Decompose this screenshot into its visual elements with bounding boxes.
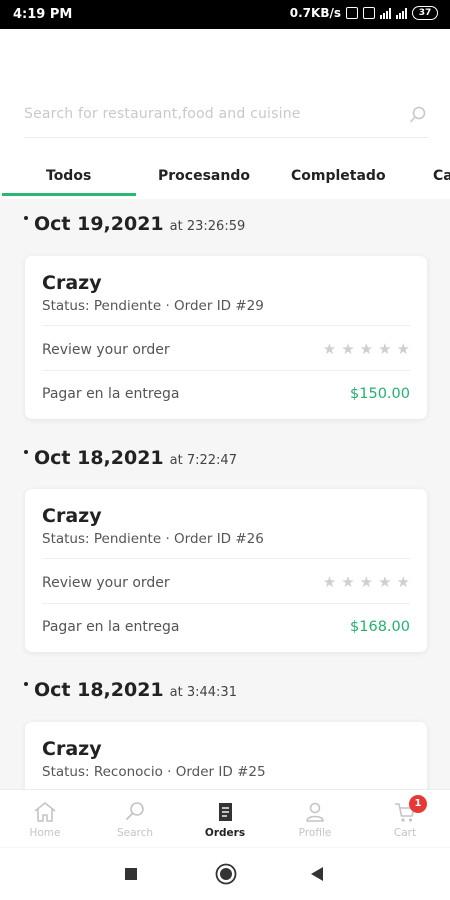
star-icon[interactable]: ★ bbox=[323, 573, 336, 591]
nav-home[interactable]: Home bbox=[0, 790, 90, 848]
restaurant-name: Crazy bbox=[42, 272, 102, 294]
order-status: Status: Pendiente · Order ID #26 bbox=[42, 531, 264, 547]
nav-search[interactable]: Search bbox=[90, 790, 180, 848]
divider bbox=[42, 370, 410, 371]
order-price: $150.00 bbox=[350, 386, 410, 402]
restaurant-name: Crazy bbox=[42, 738, 102, 760]
order-date-header: Oct 18,2021 at 7:22:47 bbox=[24, 447, 237, 469]
order-status: Status: Pendiente · Order ID #29 bbox=[42, 298, 264, 314]
receipt-icon bbox=[219, 803, 232, 821]
recents-icon[interactable] bbox=[124, 867, 138, 881]
system-navigation-bar bbox=[0, 848, 450, 900]
user-icon bbox=[306, 802, 324, 822]
order-date: Oct 18,2021 bbox=[34, 679, 164, 701]
tab-cancelado[interactable]: Ca bbox=[433, 168, 450, 184]
search-icon bbox=[126, 802, 144, 820]
star-icon[interactable]: ★ bbox=[397, 573, 410, 591]
tab-active-indicator bbox=[2, 193, 136, 196]
tab-procesando[interactable]: Procesando bbox=[158, 168, 250, 184]
rating-stars[interactable]: ★ ★ ★ ★ ★ bbox=[323, 573, 410, 591]
tab-todos[interactable]: Todos bbox=[46, 168, 91, 184]
star-icon[interactable]: ★ bbox=[378, 340, 391, 358]
order-time: at 7:22:47 bbox=[169, 453, 237, 468]
order-date: Oct 18,2021 bbox=[34, 447, 164, 469]
tab-completado[interactable]: Completado bbox=[291, 168, 386, 184]
restaurant-name: Crazy bbox=[42, 505, 102, 527]
mute-icon bbox=[346, 7, 358, 19]
order-status: Status: Reconocio · Order ID #25 bbox=[42, 764, 266, 780]
status-icons: 0.7KB/s 37 bbox=[290, 6, 438, 20]
review-label: Review your order bbox=[42, 342, 170, 358]
star-icon[interactable]: ★ bbox=[397, 340, 410, 358]
payment-method: Pagar en la entrega bbox=[42, 386, 180, 402]
order-card[interactable]: Crazy Status: Pendiente · Order ID #26 R… bbox=[25, 489, 427, 652]
vpn-icon bbox=[363, 7, 375, 19]
review-label: Review your order bbox=[42, 575, 170, 591]
search-input[interactable]: Search for restaurant,food and cuisine bbox=[24, 106, 301, 122]
rating-stars[interactable]: ★ ★ ★ ★ ★ bbox=[323, 340, 410, 358]
home-icon bbox=[34, 802, 56, 822]
cart-badge: 1 bbox=[409, 795, 427, 813]
search-bar[interactable]: Search for restaurant,food and cuisine bbox=[24, 100, 429, 138]
star-icon[interactable]: ★ bbox=[360, 340, 373, 358]
order-date: Oct 19,2021 bbox=[34, 213, 164, 235]
bullet bbox=[24, 682, 28, 686]
battery-icon: 37 bbox=[412, 6, 438, 20]
bullet bbox=[24, 450, 28, 454]
search-icon[interactable] bbox=[409, 106, 427, 124]
bullet bbox=[24, 216, 28, 220]
star-icon[interactable]: ★ bbox=[323, 340, 336, 358]
order-time: at 3:44:31 bbox=[169, 685, 237, 700]
divider bbox=[42, 558, 410, 559]
nav-profile-label: Profile bbox=[298, 827, 332, 839]
status-bar: 4:19 PM 0.7KB/s 37 bbox=[0, 0, 450, 29]
order-tabs: Todos Procesando Completado Ca bbox=[0, 160, 450, 196]
network-speed: 0.7KB/s bbox=[289, 6, 341, 20]
star-icon[interactable]: ★ bbox=[341, 573, 354, 591]
back-icon[interactable] bbox=[310, 866, 324, 882]
nav-search-label: Search bbox=[116, 827, 154, 839]
bottom-navigation: Home Search Orders Profile 1 Cart bbox=[0, 789, 450, 847]
signal-icon-2 bbox=[396, 7, 407, 19]
star-icon[interactable]: ★ bbox=[378, 573, 391, 591]
status-time: 4:19 PM bbox=[13, 7, 73, 22]
star-icon[interactable]: ★ bbox=[341, 340, 354, 358]
divider bbox=[42, 603, 410, 604]
nav-home-label: Home bbox=[29, 827, 61, 839]
nav-orders[interactable]: Orders bbox=[180, 790, 270, 848]
home-button-icon[interactable] bbox=[215, 863, 237, 885]
order-price: $168.00 bbox=[350, 619, 410, 635]
order-time: at 23:26:59 bbox=[169, 219, 246, 234]
payment-method: Pagar en la entrega bbox=[42, 619, 180, 635]
order-date-header: Oct 18,2021 at 3:44:31 bbox=[24, 679, 237, 701]
order-card[interactable]: Crazy Status: Pendiente · Order ID #29 R… bbox=[25, 256, 427, 419]
signal-icon bbox=[380, 7, 391, 19]
nav-profile[interactable]: Profile bbox=[270, 790, 360, 848]
nav-orders-label: Orders bbox=[204, 827, 246, 839]
order-date-header: Oct 19,2021 at 23:26:59 bbox=[24, 213, 245, 235]
nav-cart[interactable]: 1 Cart bbox=[360, 790, 450, 848]
nav-cart-label: Cart bbox=[393, 827, 417, 839]
divider bbox=[42, 325, 410, 326]
star-icon[interactable]: ★ bbox=[360, 573, 373, 591]
